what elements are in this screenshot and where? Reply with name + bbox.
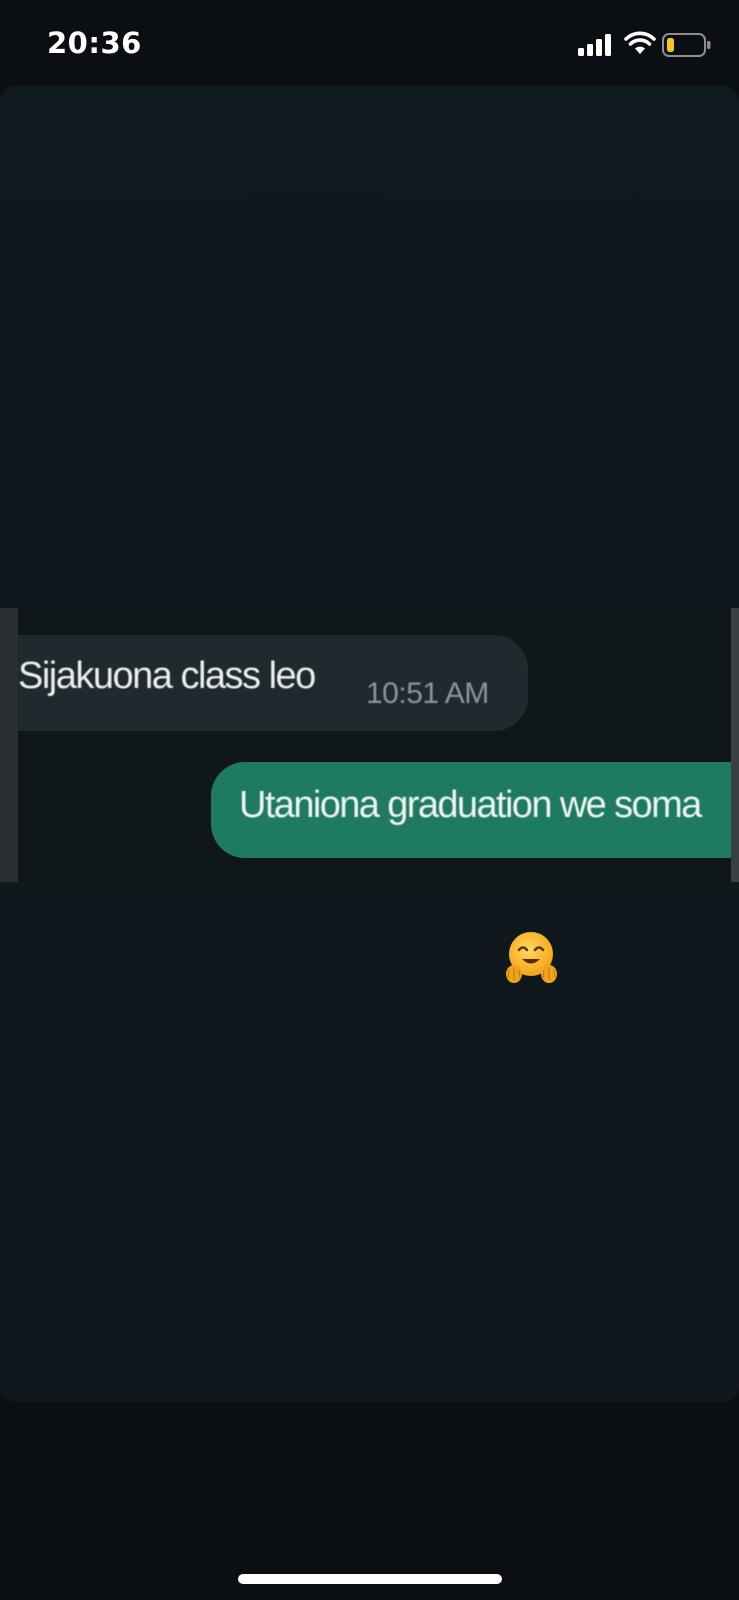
outgoing-message-bubble: Utaniona graduation we soma	[211, 762, 731, 858]
incoming-message-bubble: Sijakuona class leo 10:51 AM	[18, 635, 528, 731]
incoming-message-time: 10:51 AM	[366, 677, 489, 710]
status-bar: 20:36	[0, 0, 739, 88]
chat-screenshot-edge-right	[731, 608, 739, 882]
incoming-message-text: Sijakuona class leo	[18, 655, 316, 697]
wifi-icon	[624, 31, 656, 54]
story-background	[0, 86, 739, 606]
status-time: 20:36	[47, 26, 142, 60]
battery-low-icon	[662, 33, 711, 57]
chat-screenshot-edge-left	[0, 608, 18, 882]
chat-screenshot-image: Sijakuona class leo 10:51 AM Utaniona gr…	[0, 608, 739, 882]
cellular-signal-icon	[578, 34, 611, 56]
story-viewer-screen: 20:36 Sijakuona class leo 10:51 AM Utani…	[0, 0, 739, 1600]
hugging-face-emoji-icon	[506, 932, 557, 983]
home-indicator[interactable]	[238, 1574, 502, 1584]
story-media-card[interactable]: Sijakuona class leo 10:51 AM Utaniona gr…	[0, 86, 739, 1402]
outgoing-message-text: Utaniona graduation we soma	[239, 784, 702, 826]
